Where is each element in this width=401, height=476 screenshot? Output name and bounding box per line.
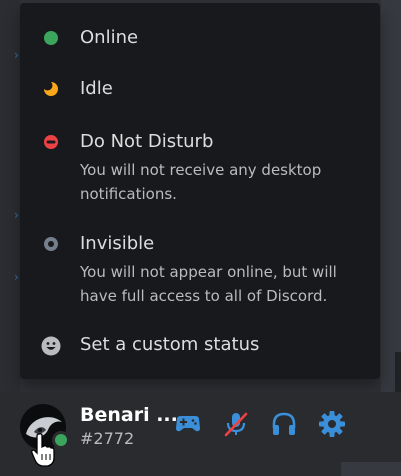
chevron-right-icon: › <box>14 208 19 222</box>
username[interactable]: Benari ... <box>80 404 178 426</box>
online-status-icon <box>44 31 58 45</box>
status-menu: Online Idle Do Not Disturb You will not … <box>20 3 380 379</box>
idle-moon-icon <box>43 81 58 96</box>
status-option-invisible[interactable]: Invisible You will not appear online, bu… <box>20 223 380 325</box>
headphones-icon[interactable] <box>268 408 300 440</box>
status-option-description: You will not receive any desktop notific… <box>80 161 322 203</box>
status-option-do-not-disturb[interactable]: Do Not Disturb You will not receive any … <box>20 121 380 223</box>
gamepad-icon[interactable] <box>172 408 204 440</box>
status-option-label: Idle <box>80 78 113 99</box>
gear-icon[interactable] <box>316 408 348 440</box>
custom-status-label: Set a custom status <box>80 334 260 355</box>
status-option-label: Invisible <box>80 233 155 254</box>
set-custom-status-button[interactable]: Set a custom status <box>20 325 380 379</box>
chevron-right-icon: › <box>14 270 19 284</box>
status-option-label: Online <box>80 27 139 48</box>
status-option-label: Do Not Disturb <box>80 131 214 152</box>
do-not-disturb-icon <box>44 135 58 149</box>
user-tag: #2772 <box>80 429 135 448</box>
invisible-status-icon <box>44 237 58 251</box>
microphone-muted-icon[interactable] <box>220 408 252 440</box>
status-option-idle[interactable]: Idle <box>20 69 380 121</box>
status-option-online[interactable]: Online <box>20 3 380 69</box>
emoji-smile-icon <box>41 336 61 356</box>
chat-input-edge <box>341 462 401 476</box>
chevron-right-icon: › <box>14 48 19 62</box>
status-option-description: You will not appear online, but will hav… <box>80 263 337 305</box>
hand-pointer-cursor-icon <box>31 433 55 467</box>
